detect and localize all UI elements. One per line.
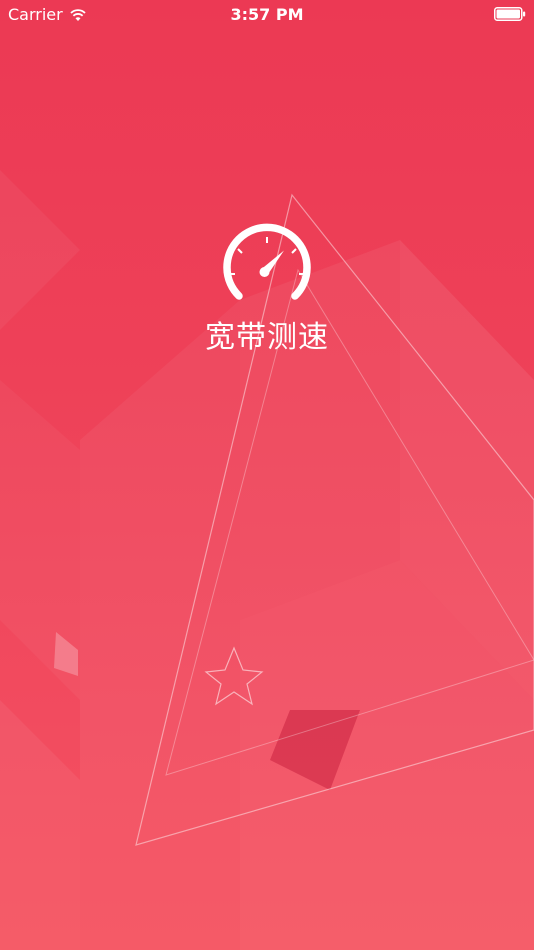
splash-logo: 宽带测速 [0, 222, 534, 356]
status-bar: Carrier 3:57 PM [0, 0, 534, 28]
speedometer-icon [223, 223, 311, 300]
status-time: 3:57 PM [230, 5, 304, 24]
battery-icon [494, 7, 526, 21]
app-title: 宽带测速 [205, 320, 329, 355]
background-art [0, 170, 534, 950]
splash-screen: Carrier 3:57 PM 宽带测速 [0, 0, 534, 950]
